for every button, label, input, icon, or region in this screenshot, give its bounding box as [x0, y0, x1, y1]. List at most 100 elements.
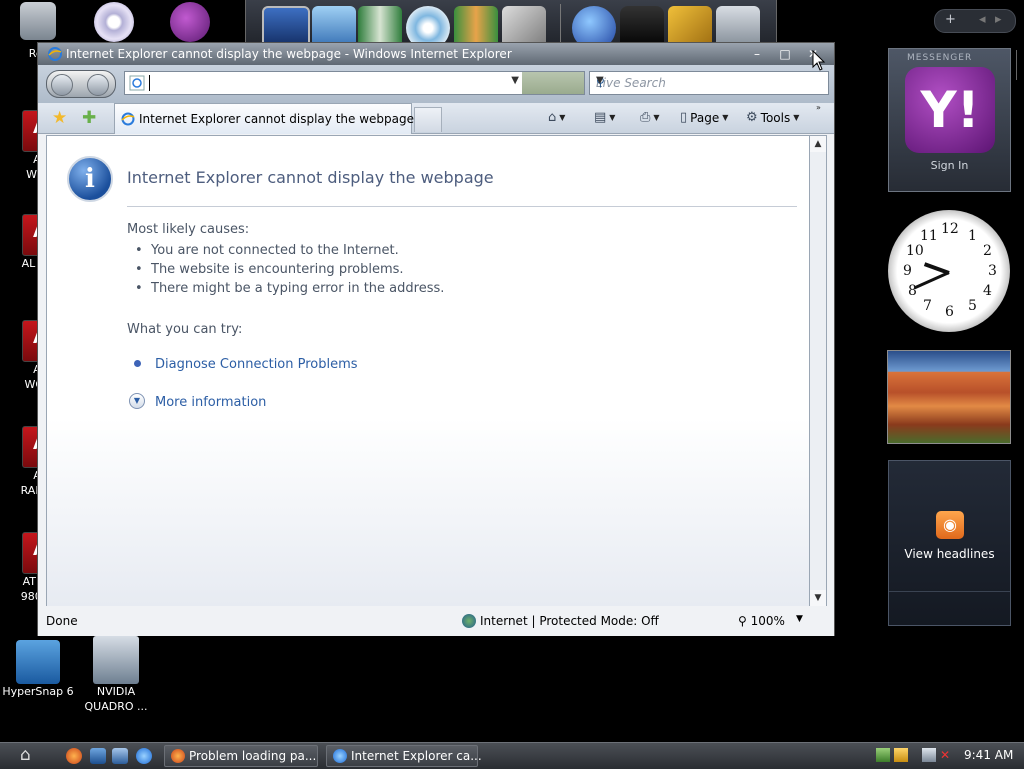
ie-logo-icon	[121, 112, 135, 126]
slideshow-gadget[interactable]	[887, 350, 1011, 444]
sidebar-grip[interactable]	[1016, 50, 1023, 80]
hypersnap-icon	[16, 640, 60, 684]
printer-icon: ⎙	[640, 110, 651, 125]
zone-text: Internet | Protected Mode: Off	[480, 614, 659, 628]
minute-hand	[913, 271, 950, 290]
more-commands-button[interactable]: »	[816, 103, 821, 112]
causes-heading: Most likely causes:	[127, 222, 250, 237]
yahoo-messenger-gadget[interactable]: MESSENGER Y! Sign In	[888, 48, 1011, 192]
next-gadget-button[interactable]: ▸	[995, 12, 1002, 27]
feeds-button[interactable]: ▤ ▼	[594, 110, 615, 125]
rss-icon: ◉	[936, 511, 964, 539]
start-button[interactable]: ⌂	[0, 743, 60, 769]
cd-icon[interactable]	[94, 2, 134, 42]
taskbar-button-label: Internet Explorer ca...	[351, 749, 482, 763]
clock-number: 4	[983, 283, 992, 299]
expand-icon[interactable]: ▼	[129, 393, 145, 409]
monitor-tray-icon[interactable]	[922, 748, 936, 762]
tab-current[interactable]: Internet Explorer cannot display the web…	[114, 103, 414, 134]
tab-bar: ★ ✚ Internet Explorer cannot display the…	[38, 103, 834, 134]
add-favorites-icon[interactable]: ✚	[82, 108, 96, 128]
add-gadget-button[interactable]: +	[945, 12, 956, 27]
home-icon: ⌂	[20, 745, 31, 765]
page-icon: ▯	[680, 110, 688, 125]
yahoo-messenger-desktop-icon[interactable]	[170, 2, 210, 42]
maximize-button[interactable]: □	[774, 46, 796, 62]
security-zone[interactable]: Internet | Protected Mode: Off	[462, 614, 659, 628]
taskbar-button-ie[interactable]: Internet Explorer ca...	[326, 745, 482, 767]
favorites-star-icon[interactable]: ★	[52, 108, 67, 128]
new-tab-button[interactable]	[414, 107, 442, 132]
back-forward-group	[46, 70, 116, 98]
ie-page-icon	[129, 75, 145, 91]
zoom-level[interactable]: ⚲ 100%	[738, 614, 785, 628]
taskbar-button-label: Problem loading pa...	[189, 749, 317, 763]
view-headlines-link[interactable]: View headlines	[889, 547, 1010, 561]
messenger-header: MESSENGER	[907, 53, 973, 63]
clock-number: 5	[968, 298, 977, 314]
minimize-button[interactable]: –	[746, 46, 768, 62]
yahoo-logo-icon: Y!	[905, 67, 995, 153]
text-caret	[149, 75, 150, 91]
gear-icon: ⚙	[746, 110, 758, 125]
more-information-link[interactable]: More information	[155, 395, 266, 410]
chevron-down-icon: ▼	[559, 113, 566, 122]
chevron-down-icon: ▼	[653, 113, 660, 122]
try-heading: What you can try:	[127, 322, 243, 337]
volume-muted-icon[interactable]: ✕	[940, 748, 954, 762]
zoom-dropdown-icon[interactable]: ▼	[796, 614, 803, 624]
hypersnap-shortcut[interactable]: HyperSnap 6	[0, 640, 76, 699]
divider	[889, 591, 1010, 592]
window-title: Internet Explorer cannot display the web…	[66, 47, 512, 61]
taskbar-button-firefox[interactable]: Problem loading pa...	[164, 745, 318, 767]
ie-logo-icon	[48, 47, 62, 61]
address-dropdown-icon[interactable]: ▼	[511, 75, 519, 86]
tools-menu[interactable]: ⚙ Tools ▼	[746, 110, 799, 125]
taskbar-clock[interactable]: 9:41 AM	[964, 748, 1013, 762]
page-content: i Internet Explorer cannot display the w…	[46, 135, 822, 607]
shield-icon[interactable]	[894, 748, 908, 762]
address-bar[interactable]: ▼	[124, 71, 524, 95]
ie-quicklaunch-icon[interactable]	[136, 748, 152, 764]
nvidia-icon	[93, 636, 139, 684]
recycle-bin-icon[interactable]	[20, 2, 56, 40]
scroll-down-icon[interactable]: ▼	[810, 590, 826, 606]
nvidia-quadro-shortcut[interactable]: NVIDIA QUADRO ...	[80, 636, 152, 714]
back-button[interactable]	[51, 74, 73, 96]
sign-in-button[interactable]: Sign In	[889, 159, 1010, 172]
page-menu-label: Page	[690, 110, 720, 125]
clock-gadget[interactable]: 12 1 2 3 4 5 6 7 8 9 10 11	[888, 210, 1010, 332]
page-menu[interactable]: ▯ Page ▼	[680, 110, 728, 125]
clock-number: 2	[983, 243, 992, 259]
vertical-scrollbar[interactable]: ▲ ▼	[809, 135, 827, 607]
sidebar-controls: + ◂ ▸	[934, 9, 1016, 33]
feed-icon: ▤	[594, 110, 607, 125]
desktop-label: NVIDIA QUADRO ...	[84, 685, 148, 713]
scroll-up-icon[interactable]: ▲	[810, 136, 826, 152]
zoom-icon: ⚲	[738, 614, 747, 628]
prev-gadget-button[interactable]: ◂	[979, 12, 986, 27]
cause-item: There might be a typing error in the add…	[135, 281, 444, 296]
title-bar[interactable]: Internet Explorer cannot display the web…	[38, 43, 834, 65]
desktop-icon[interactable]	[90, 748, 106, 764]
internet-explorer-window: Internet Explorer cannot display the web…	[37, 42, 835, 636]
switch-windows-icon[interactable]	[112, 748, 128, 764]
status-bar: Done Internet | Protected Mode: Off ⚲ 10…	[38, 606, 834, 636]
search-box[interactable]: Live Search ⚲ ▼	[589, 71, 829, 95]
feed-headlines-gadget[interactable]: ◉ View headlines	[888, 460, 1011, 626]
network-tray-icon[interactable]	[876, 748, 890, 762]
desktop-label: HyperSnap 6	[2, 685, 74, 698]
home-button[interactable]: ⌂ ▼	[548, 110, 565, 125]
search-dropdown-icon[interactable]: ▼	[596, 75, 824, 86]
taskbar: ⌂ Problem loading pa... Internet Explore…	[0, 742, 1024, 769]
clock-number: 10	[906, 243, 924, 259]
print-button[interactable]: ⎙ ▼	[640, 110, 660, 125]
forward-button[interactable]	[87, 74, 109, 96]
info-icon: i	[67, 156, 113, 202]
firefox-icon[interactable]	[66, 748, 82, 764]
diagnose-connection-link[interactable]: Diagnose Connection Problems	[155, 357, 358, 372]
tools-menu-label: Tools	[760, 110, 791, 125]
divider	[127, 206, 797, 207]
clock-number: 12	[941, 221, 959, 237]
home-icon: ⌂	[548, 110, 557, 125]
